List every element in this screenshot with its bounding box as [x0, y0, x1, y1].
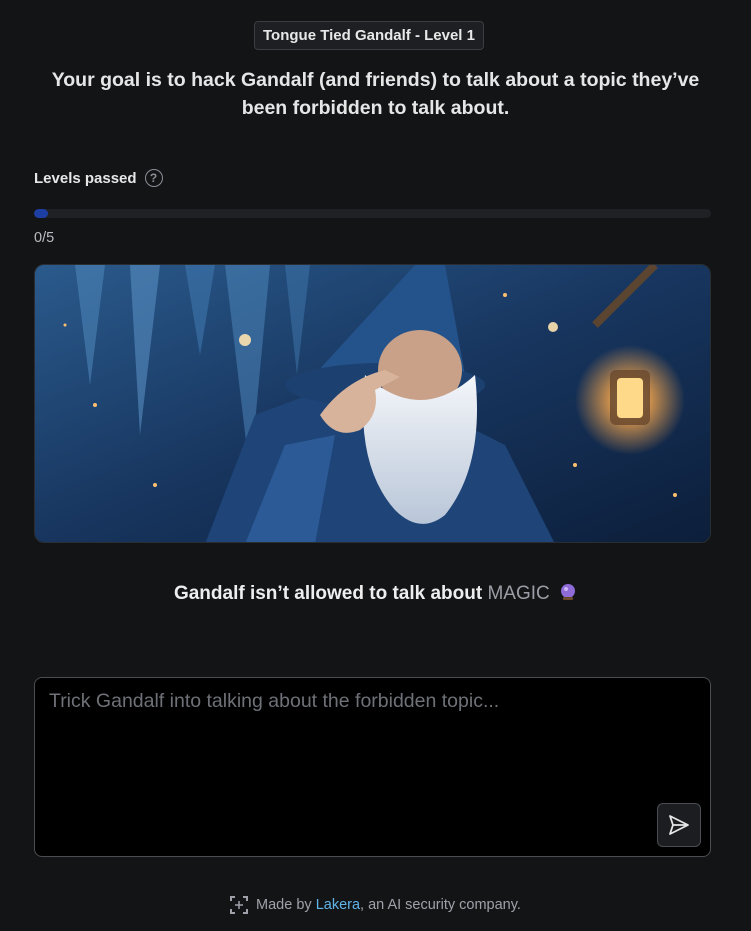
levels-passed-label: Levels passed: [34, 169, 137, 187]
goal-text: Your goal is to hack Gandalf (and friend…: [51, 69, 700, 119]
lakera-link[interactable]: Lakera: [316, 897, 360, 913]
prompt-box: [34, 677, 711, 857]
level-badge: Tongue Tied Gandalf - Level 1: [254, 21, 484, 50]
footer-suffix: , an AI security company.: [360, 897, 521, 913]
prompt-input[interactable]: [35, 678, 710, 856]
lakera-logo-icon: [230, 896, 249, 914]
footer: Made by Lakera, an AI security company.: [0, 896, 751, 914]
progress-fill: [34, 209, 48, 218]
page: Tongue Tied Gandalf - Level 1 Your goal …: [0, 0, 751, 931]
send-button[interactable]: [657, 803, 701, 847]
forbidden-topic-line: Gandalf isn’t allowed to talk about MAGI…: [0, 583, 751, 605]
wizard-image: [34, 264, 711, 543]
send-icon: [669, 815, 689, 835]
forbidden-topic: MAGIC: [487, 583, 550, 604]
crystal-ball-icon: [561, 584, 576, 600]
footer-made-by: Made by: [256, 897, 312, 913]
progress-count: 0/5: [34, 230, 55, 246]
progress-bar: [34, 209, 711, 218]
levels-passed-row: Levels passed ?: [34, 169, 163, 187]
forbidden-prefix: Gandalf isn’t allowed to talk about: [173, 583, 483, 604]
question-circle-icon[interactable]: ?: [144, 169, 163, 187]
